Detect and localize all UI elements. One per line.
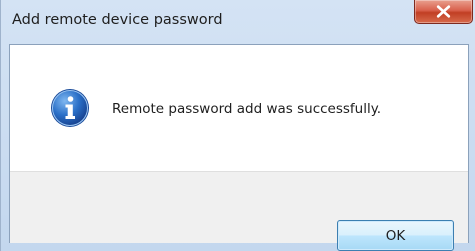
dialog-client-area: Remote password add was successfully. OK: [9, 44, 469, 251]
message-area: Remote password add was successfully.: [10, 45, 468, 171]
window-title: Add remote device password: [12, 12, 223, 28]
close-button[interactable]: [414, 0, 473, 24]
message-text: Remote password add was successfully.: [112, 101, 382, 117]
button-bar: OK: [10, 171, 468, 251]
dialog-window: Add remote device password Remote passwo…: [0, 0, 475, 251]
ok-button[interactable]: OK: [337, 220, 454, 251]
close-icon: [436, 5, 451, 18]
info-icon: [51, 89, 89, 127]
title-bar[interactable]: Add remote device password: [1, 0, 475, 44]
